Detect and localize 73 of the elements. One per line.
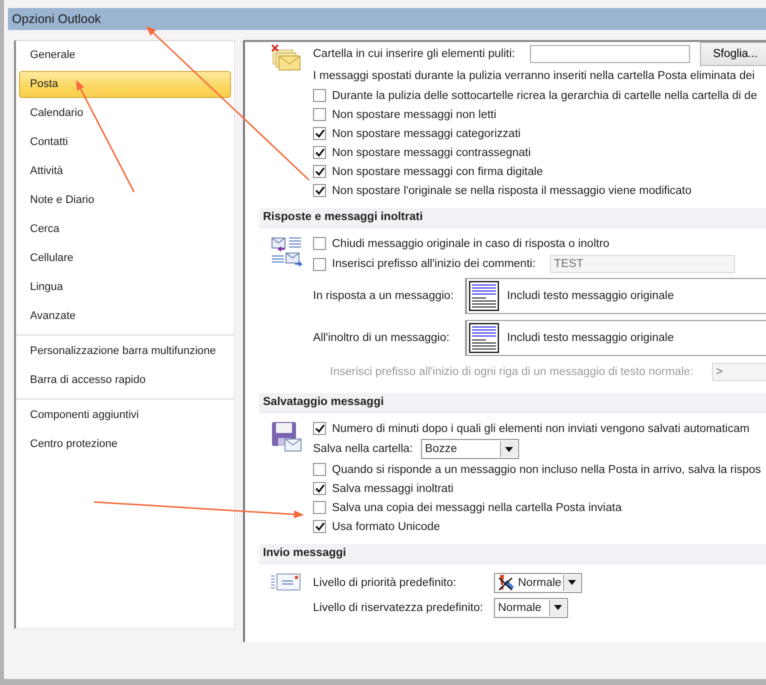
checkbox-label: Salva messaggi inoltrati — [332, 482, 454, 494]
checkbox[interactable] — [313, 165, 326, 178]
window-title: Opzioni Outlook — [8, 8, 766, 30]
field-label: All'inoltro di un messaggio: — [313, 332, 450, 344]
checkbox-label: Non spostare l'originale se nella risposta il messaggio viene modificato — [332, 184, 692, 196]
priority-icon — [498, 574, 514, 592]
checkbox-label: Non spostare messaggi categorizzati — [332, 128, 521, 140]
sidebar-item[interactable]: Contatti — [19, 129, 231, 156]
sidebar-item[interactable]: Calendario — [19, 100, 231, 127]
dropdown[interactable]: Bozze — [421, 439, 519, 459]
sidebar-item[interactable]: Cerca — [19, 216, 231, 243]
caret-icon — [505, 446, 513, 452]
option-selector[interactable]: Includi testo messaggio originale — [465, 278, 766, 314]
checkbox-label: Non spostare messaggi con firma digitale — [332, 166, 543, 178]
checkbox[interactable] — [313, 146, 326, 159]
section-header: Salvataggio messaggi — [259, 393, 766, 413]
dropdown[interactable]: Normale — [494, 598, 568, 618]
section-header: Risposte e messaggi inoltrati — [259, 208, 766, 228]
checkbox-label: Inserisci prefisso all'inizio dei commenti: — [332, 258, 537, 270]
checkbox-label: Durante la pulizia delle sottocartelle ricrea la gerarchia di cartelle nella cartella di de — [332, 90, 758, 102]
checkbox-label: Non spostare messaggi non letti — [332, 108, 496, 120]
checkbox[interactable] — [313, 482, 326, 495]
reply-forward-icon — [271, 236, 303, 268]
field-label: Livello di priorità predefinito: — [313, 576, 458, 588]
checkbox[interactable] — [313, 422, 326, 435]
sidebar-item[interactable]: Cellulare — [19, 245, 231, 272]
sidebar-item[interactable]: Barra di accesso rapido — [19, 367, 231, 394]
folder-field[interactable] — [530, 45, 690, 63]
field-label: Livello di riservatezza predefinito: — [313, 602, 484, 614]
checkbox-label: Numero di minuti dopo i quali gli elementi non inviati vengono salvati automaticam — [332, 422, 750, 434]
checkbox-label: Chiudi messaggio originale in caso di risposta o inoltro — [332, 238, 610, 250]
checkbox[interactable] — [313, 520, 326, 533]
info-text: I messaggi spostati durante la pulizia verranno inseriti nella cartella Posta eliminata dei — [313, 70, 755, 82]
dropdown-value: Normale — [518, 576, 562, 588]
envelope-icon — [271, 572, 301, 592]
browse-button[interactable]: Sfoglia... — [700, 42, 766, 66]
checkbox[interactable] — [313, 108, 326, 121]
dropdown-value: Bozze — [425, 443, 457, 455]
field-label: In risposta a un messaggio: — [313, 290, 455, 302]
sidebar-item[interactable]: Componenti aggiuntivi — [19, 402, 231, 429]
dropdown-value: Normale — [498, 602, 542, 614]
sidebar-item[interactable]: Centro protezione — [19, 431, 231, 458]
dropdown[interactable]: Normale — [494, 572, 582, 592]
checkbox[interactable] — [313, 237, 326, 250]
field-label: Salva nella cartella: — [313, 443, 414, 455]
checkbox-label: Quando si risponde a un messaggio non incluso nella Posta in arrivo, salva la rispos — [332, 464, 761, 476]
checkbox-label: Salva una copia dei messaggi nella cartella Posta inviata — [332, 502, 622, 514]
document-icon — [469, 281, 499, 311]
checkbox[interactable] — [313, 463, 326, 476]
checkbox[interactable] — [313, 127, 326, 140]
checkbox[interactable] — [313, 501, 326, 514]
caret-icon — [568, 580, 576, 585]
field-label: Inserisci prefisso all'inizio di ogni riga di un messaggio di testo normale: — [330, 366, 694, 378]
floppy-envelope-icon — [271, 421, 302, 452]
sidebar-item[interactable]: Generale — [19, 42, 231, 69]
option-selector[interactable]: Includi testo messaggio originale — [465, 320, 766, 356]
envelope-stack-icon — [271, 44, 301, 71]
field-label: Cartella in cui inserire gli elementi puliti: — [313, 48, 516, 60]
sidebar-item[interactable]: Avanzate — [19, 303, 231, 330]
sidebar-item[interactable]: Note e Diario — [19, 187, 231, 214]
sidebar-item[interactable]: Attività — [19, 158, 231, 185]
option-label: Includi testo messaggio originale — [507, 290, 674, 302]
sidebar-item[interactable]: Personalizzazione barra multifunzione — [19, 338, 231, 365]
option-label: Includi testo messaggio originale — [507, 332, 674, 344]
checkbox-label: Usa formato Unicode — [332, 520, 440, 532]
section-header: Invio messaggi — [259, 544, 766, 564]
checkbox[interactable] — [313, 89, 326, 102]
caret-icon — [554, 605, 562, 610]
sidebar-item[interactable]: Posta — [19, 71, 231, 98]
checkbox[interactable] — [313, 184, 326, 197]
checkbox-label: Non spostare messaggi contrassegnati — [332, 146, 531, 158]
sidebar-item[interactable]: Lingua — [19, 274, 231, 301]
document-icon — [469, 323, 499, 353]
